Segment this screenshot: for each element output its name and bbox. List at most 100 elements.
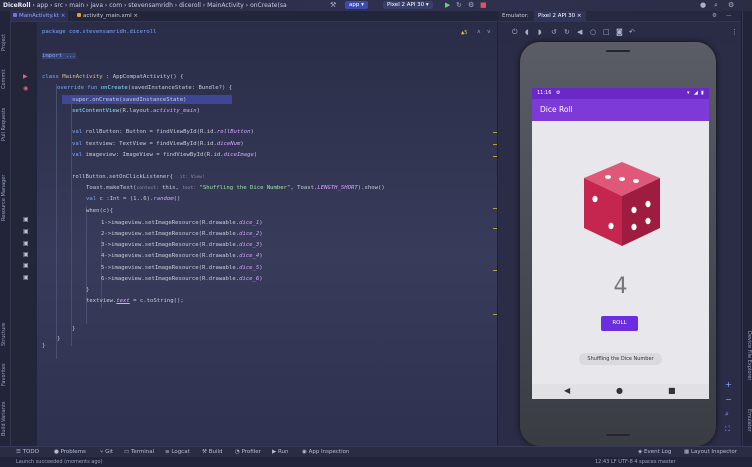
roll-button[interactable]: ROLL xyxy=(601,316,638,331)
debug-icon[interactable]: ⚙ xyxy=(468,1,474,10)
override-gutter-icon[interactable]: ◉ xyxy=(23,85,28,92)
code-line-listener: rollButton.setOnClickListener{ it: View! xyxy=(72,173,205,182)
nav-back-icon[interactable]: ◀ xyxy=(564,386,570,395)
code-line-imageview: val imageview: ImageView = findViewById(… xyxy=(72,152,258,158)
emulator-panel-tab[interactable]: Emulator xyxy=(746,409,752,432)
code-line-settext: textview.text = c.toString(); xyxy=(86,297,184,305)
event-log-tab-label: Event Log xyxy=(643,449,672,455)
image-preview-icon: ▣ xyxy=(23,262,29,269)
run-config-selector[interactable]: app ▾ xyxy=(345,1,368,9)
editor-tab-bar: MainActivity.kt × activity_main.xml × xyxy=(10,11,498,22)
resource-manager-panel-tab[interactable]: Resource Manager xyxy=(1,175,7,221)
status-message[interactable]: Launch succeeded (moments ago) xyxy=(16,457,103,467)
overview-icon[interactable]: □ xyxy=(603,28,610,36)
tab-main-activity[interactable]: MainActivity.kt × xyxy=(10,11,69,21)
phone-screen[interactable]: 11:16 ⚙ ▾ ◢ ▮ Dice Roll 4 ROLL Shuffling… xyxy=(532,88,709,384)
run-gutter-icon[interactable]: ▶ xyxy=(23,73,28,80)
run-icon[interactable]: ▶ xyxy=(445,1,450,10)
code-text: ) xyxy=(196,108,200,114)
code-text: rollButton: Button = findViewById(R.id. xyxy=(82,129,217,135)
ref: dice_5 xyxy=(239,265,260,271)
next-highlight-icon[interactable]: ˅ xyxy=(487,29,491,36)
code-editor[interactable]: ▲5 ˄ ˅ package com.stevensamridh.dicerol… xyxy=(37,22,497,446)
code-text: = c.toString(); xyxy=(129,298,184,304)
pull-requests-panel-tab[interactable]: Pull Requests xyxy=(1,108,7,141)
breadcrumb[interactable]: DiceRoll › app › src › main › java › com… xyxy=(3,0,287,11)
code-text: : AppCompatActivity() { xyxy=(102,74,184,80)
rotate-left-icon[interactable]: ↺ xyxy=(551,28,557,36)
device-selector[interactable]: Pixel 2 API 30 ▾ xyxy=(383,1,433,9)
search-icon[interactable]: ⌕ xyxy=(714,1,718,10)
favorites-panel-tab[interactable]: Favorites xyxy=(1,363,7,386)
ref: dice_2 xyxy=(239,231,260,237)
camera-icon[interactable]: ◙ xyxy=(616,28,623,36)
power-icon[interactable]: ⏻ xyxy=(512,28,518,37)
code-text: Toast.makeText( xyxy=(86,185,137,191)
rerun-icon[interactable]: ↻ xyxy=(456,1,462,10)
volume-down-icon[interactable]: ◗ xyxy=(538,28,542,36)
device-file-explorer-tab[interactable]: Device File Explorer xyxy=(746,331,752,380)
code-line-setcontentview: setContentView(R.layout.activity_main) xyxy=(72,107,200,115)
fn: setContentView xyxy=(72,108,120,114)
volume-up-icon[interactable]: ◖ xyxy=(525,28,529,36)
build-hammer-icon[interactable]: ⚒ xyxy=(330,1,336,10)
project-name[interactable]: DiceRoll xyxy=(3,2,31,9)
warning-count[interactable]: ▲5 xyxy=(461,30,468,36)
build-variants-panel-tab[interactable]: Build Variants xyxy=(1,402,7,436)
dice-pip xyxy=(645,200,651,208)
zoom-fit-icon[interactable]: ⌕ xyxy=(725,410,729,419)
nav-home-icon[interactable]: ● xyxy=(616,386,623,395)
scrollbar-marker xyxy=(493,228,497,229)
zoom-in-icon[interactable]: + xyxy=(725,380,732,389)
settings-gear-icon[interactable]: ⚙ xyxy=(728,1,734,10)
import-fold[interactable]: import ... xyxy=(42,53,76,59)
prev-highlight-icon[interactable]: ˄ xyxy=(477,29,481,36)
scrollbar-marker xyxy=(493,144,497,145)
dice-pip xyxy=(619,177,625,181)
code-text: ) xyxy=(259,231,263,237)
image-preview-icon: ▣ xyxy=(23,251,29,258)
rotate-right-icon[interactable]: ↻ xyxy=(564,28,570,36)
nav-recents-icon[interactable]: ■ xyxy=(668,386,676,395)
ref: activity_main xyxy=(152,108,197,114)
breadcrumb-path[interactable]: › app › src › main › java › com › steven… xyxy=(32,2,286,9)
ref: text xyxy=(116,298,130,304)
project-panel-tab[interactable]: Project xyxy=(1,34,7,51)
code-line-close-oncreate: } xyxy=(57,335,60,343)
editor-gutter: ▶ ◉ ▣ ▣ ▣ ▣ ▣ ▣ xyxy=(11,22,37,446)
settings-gear-icon[interactable]: ⚙ xyxy=(712,11,717,21)
code-text: ) xyxy=(259,276,263,282)
account-icon[interactable]: ● xyxy=(700,1,706,10)
todo-tab-label: TODO xyxy=(22,449,39,455)
tab-activity-main-xml[interactable]: activity_main.xml × xyxy=(74,11,141,21)
caret-position-info[interactable]: 12:43 LF UTF-8 4 spaces master xyxy=(595,457,676,467)
home-icon[interactable]: ○ xyxy=(590,28,596,36)
commit-panel-tab[interactable]: Commit xyxy=(1,69,7,89)
minimize-icon[interactable]: — xyxy=(726,11,732,21)
emulator-device-tab[interactable]: Pixel 2 API 30 × xyxy=(534,11,586,21)
code-text: } xyxy=(42,343,46,349)
code-text: ) xyxy=(259,265,263,271)
structure-panel-tab[interactable]: Structure xyxy=(1,323,7,346)
kw: class xyxy=(42,74,59,80)
scrollbar-marker xyxy=(493,314,497,315)
param-hint: context: xyxy=(136,186,159,191)
app-title: Dice Roll xyxy=(540,105,573,114)
fit-screen-icon[interactable]: ⛶ xyxy=(725,425,730,434)
code-text: 5->imageview.setImageResource(R.drawable… xyxy=(101,265,240,271)
scrollbar-marker xyxy=(493,208,497,209)
back-icon[interactable]: ◀ xyxy=(577,28,582,36)
ref: rollButton xyxy=(216,129,251,135)
code-line-case-3: 3->imageview.setImageResource(R.drawable… xyxy=(101,241,263,249)
code-line-textview: val textview: TextView = findViewById(R.… xyxy=(72,141,244,147)
code-line-random: val c :Int = (1..6).random() xyxy=(86,195,180,203)
more-icon[interactable]: ⋮ xyxy=(731,28,738,36)
emulator-label: Emulator: xyxy=(502,13,529,19)
code-line-class: class MainActivity : AppCompatActivity()… xyxy=(42,73,183,81)
stop-icon[interactable]: ■ xyxy=(480,1,487,10)
dice-pip xyxy=(631,206,637,214)
zoom-out-icon[interactable]: − xyxy=(725,395,732,404)
image-preview-icon: ▣ xyxy=(23,274,29,281)
undo-icon[interactable]: ↶ xyxy=(629,28,635,36)
kw: val xyxy=(86,196,97,202)
